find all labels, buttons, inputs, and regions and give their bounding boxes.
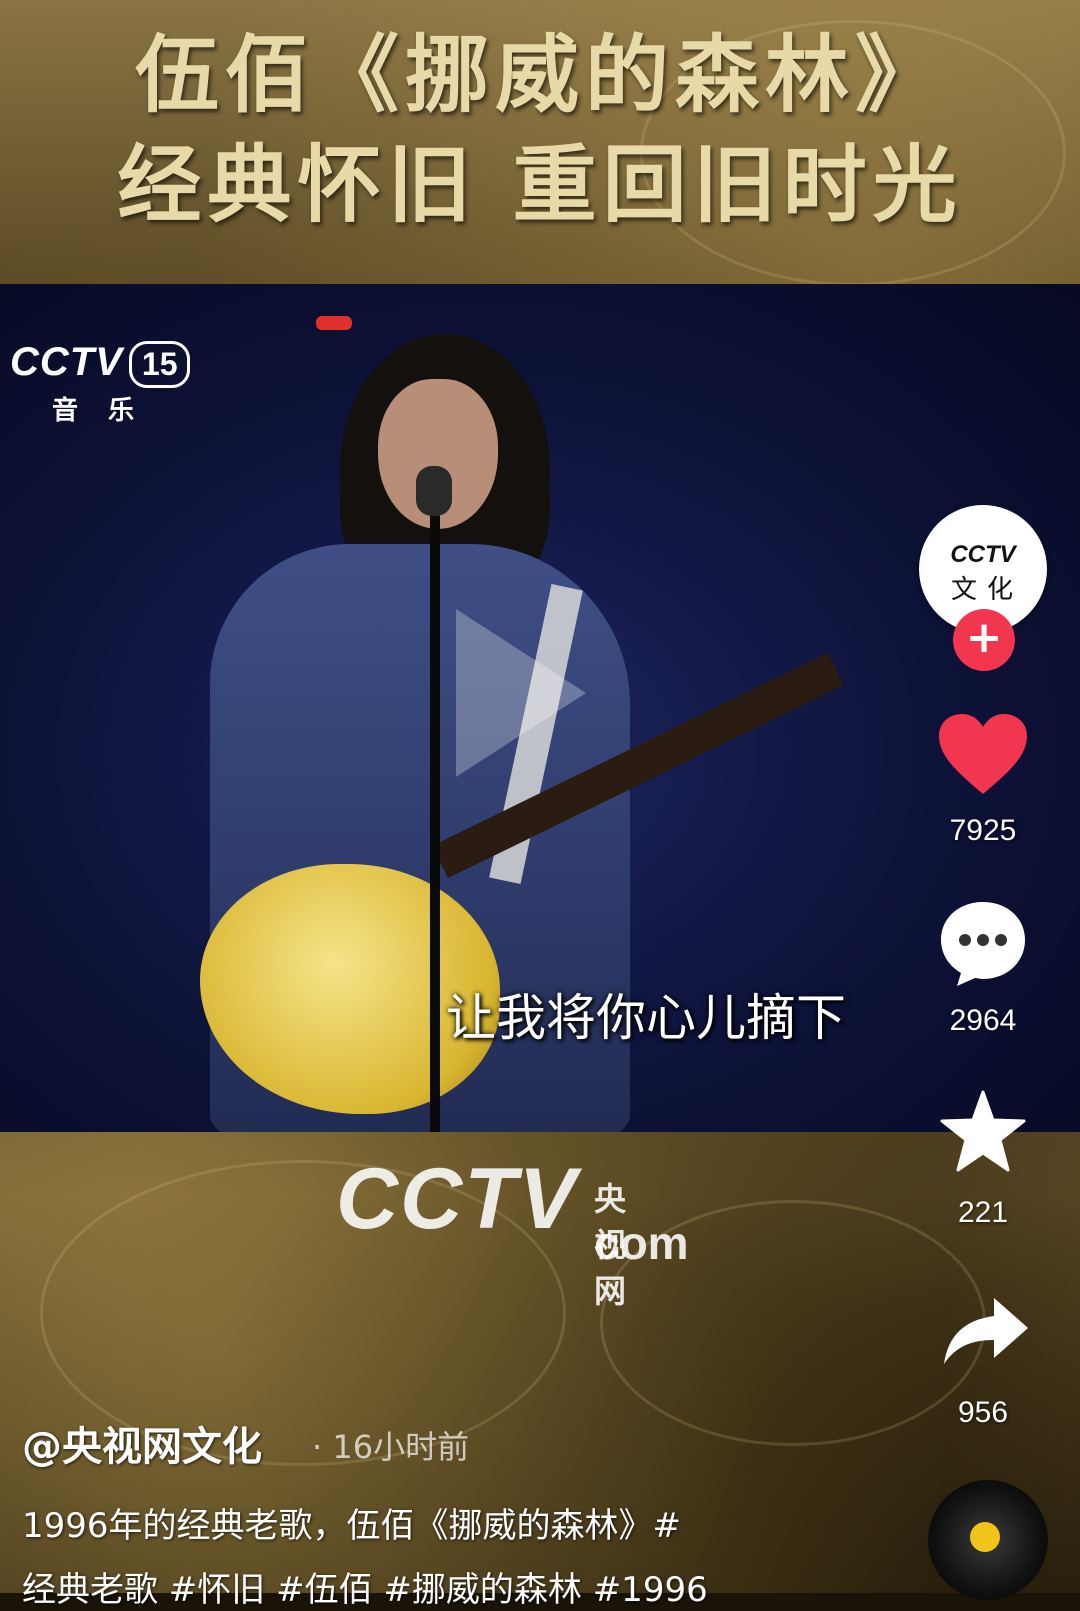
author-name[interactable]: @央视网文化: [22, 1414, 262, 1472]
comment-count: 2964: [949, 1004, 1017, 1037]
play-icon[interactable]: [456, 609, 586, 777]
watermark-com: com: [594, 1217, 689, 1269]
post-caption[interactable]: 1996年的经典老歌，伍佰《挪威的森林》#: [22, 1498, 681, 1547]
like-count: 7925: [949, 814, 1017, 847]
stage-light: [316, 316, 352, 330]
banner-subtitle: 经典怀旧 重回旧时光: [117, 135, 963, 234]
channel-logo-mark: CCTV: [10, 340, 123, 384]
share-icon[interactable]: [942, 1294, 1030, 1368]
channel-name: 音乐: [52, 395, 165, 425]
avatar-sub: 文化: [950, 575, 1023, 605]
favorite-count: 221: [957, 1196, 1009, 1229]
comment-icon[interactable]: [937, 898, 1029, 988]
mic-stand: [430, 484, 440, 1132]
cctv-watermark: CCTV 央视网 com: [336, 1150, 689, 1309]
post-caption-tags[interactable]: 经典老歌 #怀旧 #伍佰 #挪威的森林 #1996: [22, 1562, 708, 1611]
video-player[interactable]: CCTV 15 音乐 让我将你心儿摘下: [0, 284, 1080, 1132]
channel-number: 15: [128, 341, 191, 388]
channel-logo: CCTV 15 音乐: [10, 340, 191, 427]
banner-title: 伍佰《挪威的森林》: [134, 25, 945, 124]
post-time: · 16小时前: [312, 1428, 470, 1466]
watermark-logo: CCTV: [336, 1151, 579, 1247]
avatar-logo: CCTV: [950, 541, 1016, 568]
follow-button[interactable]: +: [953, 609, 1015, 671]
music-disc-center: [970, 1522, 1000, 1552]
share-count: 956: [957, 1396, 1009, 1429]
microphone: [416, 466, 452, 516]
heart-icon[interactable]: [937, 712, 1029, 796]
star-icon[interactable]: [940, 1090, 1026, 1174]
video-subtitle: 让我将你心儿摘下: [446, 989, 846, 1047]
